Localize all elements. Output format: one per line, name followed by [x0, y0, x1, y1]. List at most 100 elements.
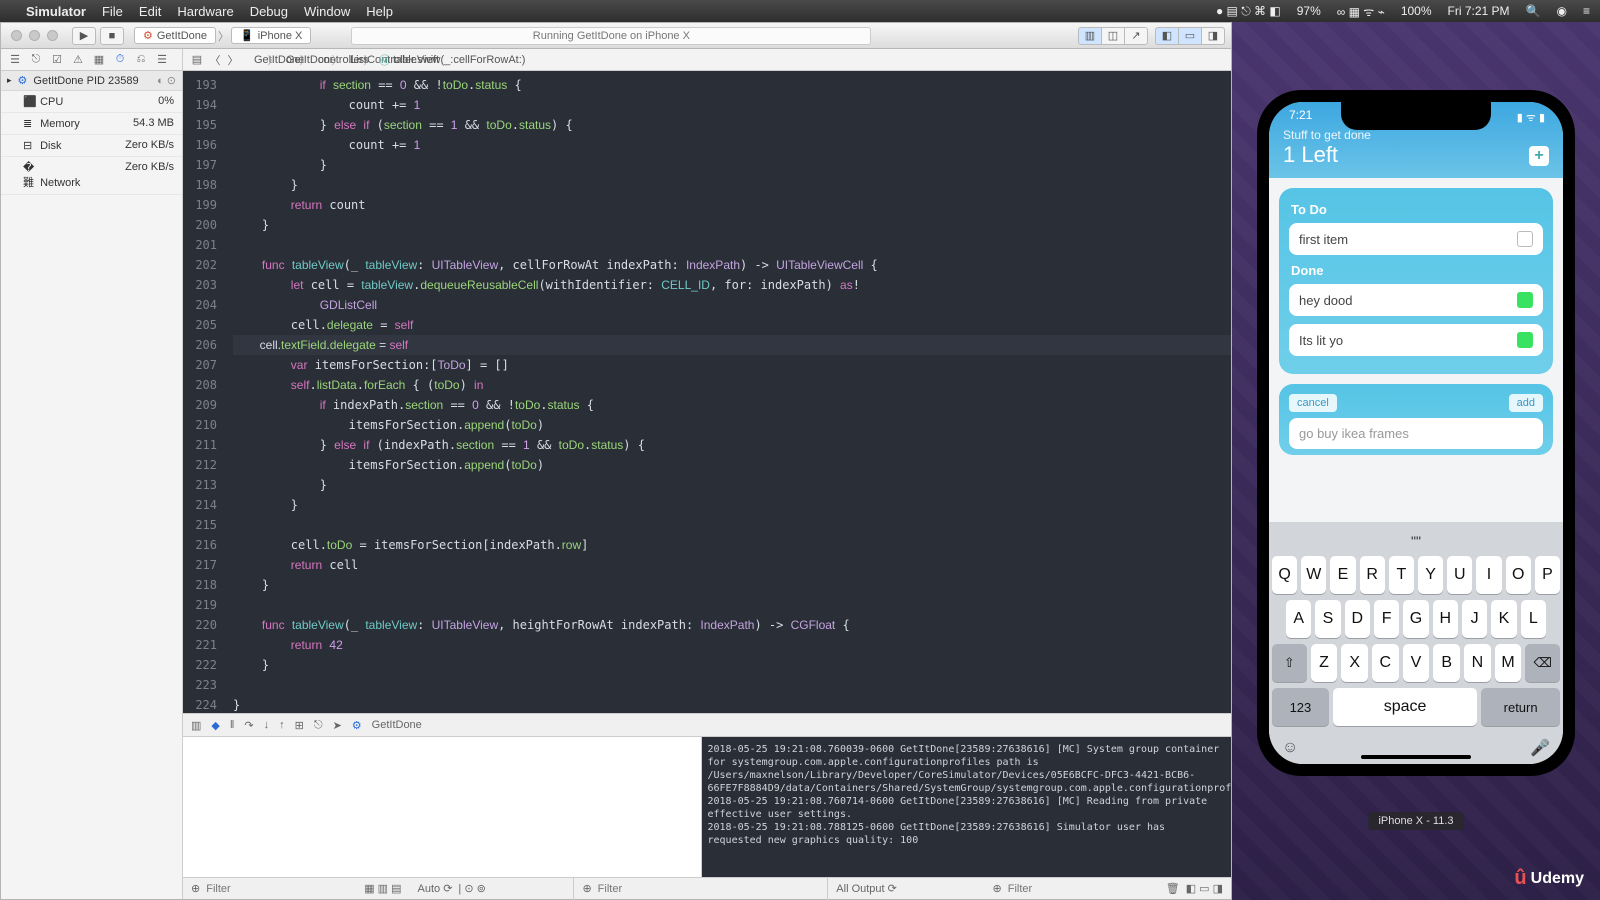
done-item[interactable]: hey dood [1289, 284, 1543, 316]
key-c[interactable]: C [1372, 644, 1399, 682]
spotlight-icon[interactable]: 🔍 [1526, 4, 1541, 18]
key-space[interactable]: space [1333, 688, 1477, 726]
key-o[interactable]: O [1506, 556, 1531, 594]
pause-button[interactable]: ‖ [230, 719, 235, 731]
step-over-icon[interactable]: ↷ [244, 719, 253, 732]
console-filter-left[interactable] [598, 883, 740, 895]
version-editor-button[interactable]: ↗ [1124, 27, 1148, 45]
stop-button[interactable]: ■ [100, 27, 124, 45]
key-j[interactable]: J [1462, 600, 1487, 638]
key-m[interactable]: M [1495, 644, 1522, 682]
output-scope[interactable]: All Output ⟳ [836, 882, 897, 895]
key-g[interactable]: G [1403, 600, 1428, 638]
keyboard-suggestion[interactable]: "" [1272, 526, 1560, 556]
debug-target[interactable]: GetItDone [372, 719, 422, 731]
key-y[interactable]: Y [1418, 556, 1443, 594]
key-⇧[interactable]: ⇧ [1272, 644, 1307, 682]
key-n[interactable]: N [1464, 644, 1491, 682]
key-v[interactable]: V [1403, 644, 1430, 682]
menu-hardware[interactable]: Hardware [177, 4, 233, 19]
back-button[interactable]: 〈 [209, 52, 221, 68]
key-q[interactable]: Q [1272, 556, 1297, 594]
scheme-selector[interactable]: ⚙GetItDone [134, 27, 216, 44]
process-header[interactable]: ▸ ⚙ GetItDone PID 23589 ◐ ⊙ [1, 71, 182, 91]
gauge-network[interactable]: �難 NetworkZero KB/s [1, 157, 182, 195]
filter-icon[interactable]: ⊕ [993, 882, 1002, 895]
run-button[interactable]: ▶ [72, 27, 96, 45]
todo-item[interactable]: first item [1289, 223, 1543, 255]
console-filter[interactable] [1008, 883, 1150, 895]
key-t[interactable]: T [1389, 556, 1414, 594]
key-x[interactable]: X [1341, 644, 1368, 682]
checkbox-done-icon[interactable] [1517, 292, 1533, 308]
key-w[interactable]: W [1301, 556, 1326, 594]
menu-help[interactable]: Help [366, 4, 393, 19]
jump-bar[interactable]: GetItDone〉 GetItDone〉 controllers〉 ListC… [245, 52, 1223, 68]
key-z[interactable]: Z [1311, 644, 1338, 682]
siri-icon[interactable]: ◉ [1557, 4, 1567, 18]
dictation-icon[interactable]: 🎤 [1530, 738, 1550, 758]
key-e[interactable]: E [1330, 556, 1355, 594]
forward-button[interactable]: 〉 [227, 52, 239, 68]
ios-keyboard[interactable]: "" QWERTYUIOP ASDFGHJKL ⇧ZXCVBNM⌫ 123 sp… [1269, 522, 1563, 764]
gauge-memory[interactable]: ≣ Memory54.3 MB [1, 113, 182, 135]
gauge-disk[interactable]: ⊟ DiskZero KB/s [1, 135, 182, 157]
emoji-icon[interactable]: ☺ [1282, 739, 1298, 757]
destination-selector[interactable]: 📱iPhone X [231, 27, 311, 44]
variables-view[interactable] [183, 737, 702, 877]
location-icon[interactable]: ➤ [333, 719, 342, 732]
hide-debug-icon[interactable]: ▥ [191, 719, 201, 732]
related-items-icon[interactable]: ▤ [191, 53, 203, 66]
minimize-icon[interactable] [29, 30, 40, 41]
key-numbers[interactable]: 123 [1272, 688, 1329, 726]
menu-debug[interactable]: Debug [250, 4, 288, 19]
assistant-editor-button[interactable]: ◫ [1101, 27, 1125, 45]
filter-icon[interactable]: ⊕ [582, 882, 591, 895]
new-item-input[interactable]: go buy ikea frames [1289, 418, 1543, 449]
key-⌫[interactable]: ⌫ [1525, 644, 1560, 682]
breakpoint-toggle-icon[interactable]: ◆ [211, 719, 219, 732]
memory-graph-icon[interactable]: ⎋ [314, 719, 323, 732]
key-k[interactable]: K [1491, 600, 1516, 638]
variables-filter[interactable] [206, 883, 348, 895]
key-b[interactable]: B [1433, 644, 1460, 682]
toggle-debug-button[interactable]: ▭ [1178, 27, 1202, 45]
menubar-app-name[interactable]: Simulator [26, 4, 86, 19]
add-button[interactable]: + [1529, 146, 1549, 166]
menu-window[interactable]: Window [304, 4, 350, 19]
source-editor[interactable]: 193 194 195 196 197 198 199 200 201 202 … [183, 71, 1231, 713]
standard-editor-button[interactable]: ▥ [1078, 27, 1102, 45]
code-content[interactable]: if section == 0 && !toDo.status { count … [225, 71, 1231, 713]
checkbox-icon[interactable] [1517, 231, 1533, 247]
key-a[interactable]: A [1286, 600, 1311, 638]
console-output[interactable]: 2018-05-25 19:21:08.760039-0600 GetItDon… [702, 737, 1232, 877]
home-indicator[interactable] [1361, 755, 1471, 759]
key-s[interactable]: S [1315, 600, 1340, 638]
key-i[interactable]: I [1476, 556, 1501, 594]
key-u[interactable]: U [1447, 556, 1472, 594]
toggle-utilities-button[interactable]: ◨ [1201, 27, 1225, 45]
zoom-icon[interactable] [47, 30, 58, 41]
navigator-selector[interactable]: ☰⎋☑⚠▦⏱⎌☰ [1, 49, 182, 71]
key-l[interactable]: L [1521, 600, 1546, 638]
menu-edit[interactable]: Edit [139, 4, 161, 19]
gauge-cpu[interactable]: ⬛ CPU0% [1, 91, 182, 113]
key-return[interactable]: return [1481, 688, 1560, 726]
step-into-icon[interactable]: ↓ [264, 719, 270, 731]
key-d[interactable]: D [1345, 600, 1370, 638]
key-f[interactable]: F [1374, 600, 1399, 638]
done-item[interactable]: Its lit yo [1289, 324, 1543, 356]
auto-toggle[interactable]: Auto ⟳ [418, 882, 453, 895]
filter-icon[interactable]: ⊕ [191, 882, 200, 895]
cancel-button[interactable]: cancel [1289, 394, 1337, 412]
notification-center-icon[interactable]: ≡ [1583, 4, 1590, 18]
menu-file[interactable]: File [102, 4, 123, 19]
step-out-icon[interactable]: ↑ [279, 719, 285, 731]
window-traffic-lights[interactable] [1, 30, 68, 41]
key-h[interactable]: H [1433, 600, 1458, 638]
key-p[interactable]: P [1535, 556, 1560, 594]
debug-view-icon[interactable]: ⊞ [295, 719, 304, 732]
add-confirm-button[interactable]: add [1509, 394, 1543, 412]
close-icon[interactable] [11, 30, 22, 41]
toggle-navigator-button[interactable]: ◧ [1155, 27, 1179, 45]
